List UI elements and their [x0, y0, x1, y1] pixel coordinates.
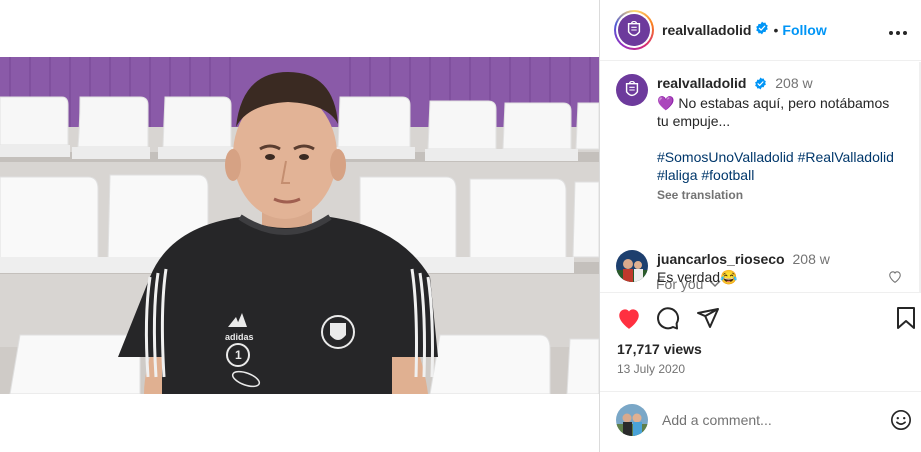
divider — [600, 292, 921, 293]
commenter-username[interactable]: juancarlos_rioseco — [657, 251, 785, 267]
emoji-smiley-icon[interactable] — [890, 409, 912, 436]
purple-heart-emoji: 💜 — [657, 95, 675, 111]
comment-item: juancarlos_rioseco 208 w Es verdad😂 — [616, 250, 830, 286]
comments-list[interactable]: realvalladolid 208 w 💜 No estabas aquí, … — [600, 62, 921, 292]
caption-hashtags: #SomosUnoValladolid #RealValladolid #lal… — [657, 148, 897, 184]
hashtag-link[interactable]: #laliga — [657, 167, 697, 183]
author-username[interactable]: realvalladolid — [662, 22, 751, 38]
jersey-number: 1 — [235, 348, 242, 362]
hashtag-link[interactable]: #football — [701, 167, 754, 183]
view-count[interactable]: 17,717 views — [617, 341, 702, 357]
commenter-avatar[interactable] — [616, 250, 648, 282]
hashtag-link[interactable]: #SomosUnoValladolid — [657, 149, 794, 165]
post-actions — [616, 306, 915, 335]
follow-button[interactable]: Follow — [782, 22, 826, 38]
share-paper-plane-icon[interactable] — [696, 306, 720, 335]
caption-avatar[interactable] — [616, 74, 648, 106]
hashtag-link[interactable]: #RealValladolid — [798, 149, 894, 165]
post-date[interactable]: 13 July 2020 — [617, 362, 685, 376]
comment-time[interactable]: 208 w — [793, 251, 830, 267]
add-comment-input[interactable] — [662, 412, 872, 428]
caption-text: No estabas aquí, pero notábamos tu empuj… — [657, 95, 890, 129]
jersey-brand: adidas — [225, 332, 254, 342]
current-user-avatar — [616, 404, 648, 436]
caption: realvalladolid 208 w 💜 No estabas aquí, … — [616, 74, 897, 204]
like-comment-heart-icon[interactable] — [888, 270, 902, 288]
video-frame: adidas 1 — [0, 57, 599, 394]
club-crest-icon — [625, 81, 639, 97]
verified-badge-icon — [755, 21, 769, 40]
save-bookmark-icon[interactable] — [896, 306, 916, 335]
post-details-pane: realvalladolid • Follow realvalladolid 2… — [599, 0, 921, 452]
caption-username[interactable]: realvalladolid — [657, 75, 746, 91]
caption-time[interactable]: 208 w — [775, 75, 812, 91]
see-translation-link[interactable]: See translation — [657, 186, 897, 204]
video-player[interactable]: adidas 1 — [0, 57, 599, 394]
like-heart-icon[interactable] — [616, 306, 642, 335]
verified-badge-icon — [754, 76, 767, 94]
comment-bubble-icon[interactable] — [656, 306, 680, 335]
add-comment-row — [616, 404, 912, 436]
comment-text: Es verdad😂 — [657, 269, 738, 285]
club-crest-icon — [627, 21, 641, 37]
post-header: realvalladolid • Follow — [600, 0, 921, 61]
more-options-icon[interactable] — [888, 20, 908, 41]
post-media: adidas 1 — [0, 0, 599, 452]
divider — [600, 391, 921, 392]
author-avatar[interactable] — [614, 10, 654, 50]
separator-dot: • — [773, 22, 779, 38]
